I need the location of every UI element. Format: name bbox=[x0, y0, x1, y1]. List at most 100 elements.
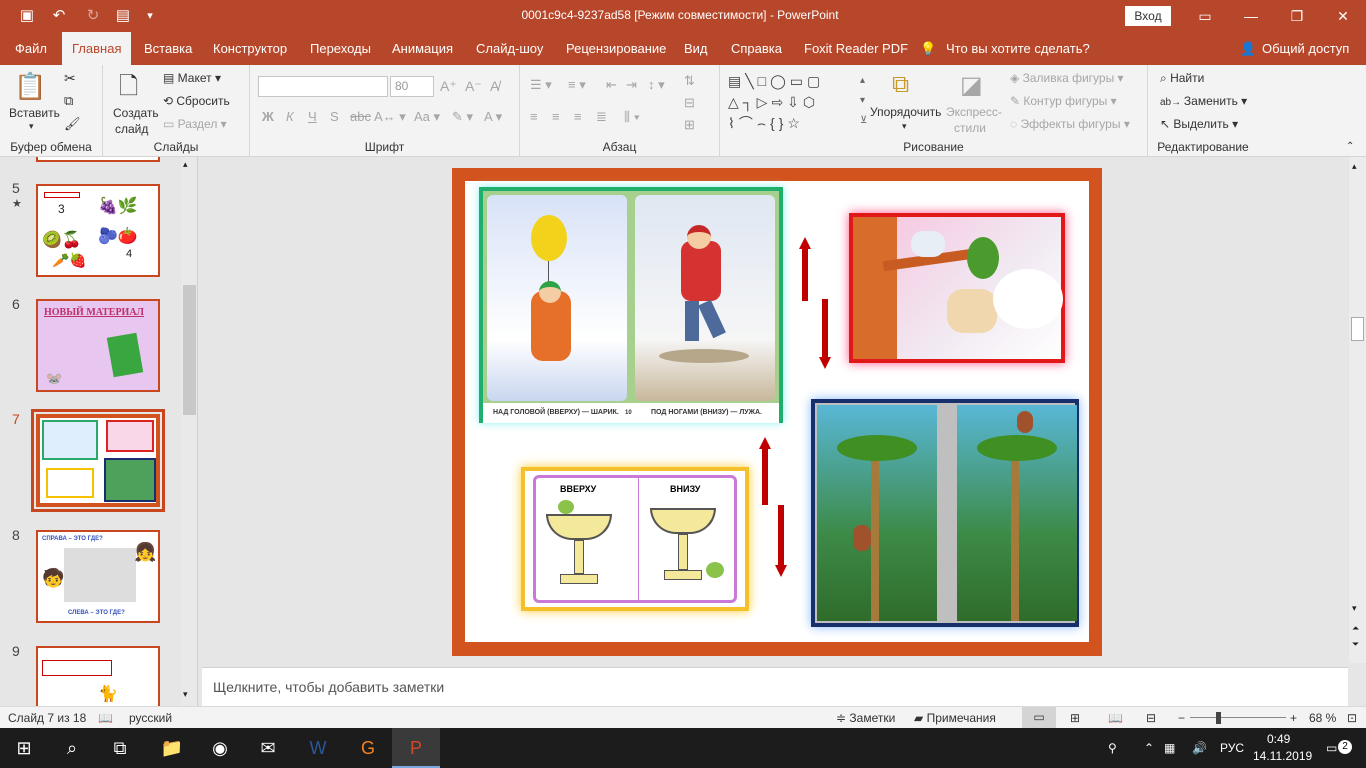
close-button[interactable]: ✕ bbox=[1320, 0, 1366, 32]
shape-fill-button[interactable]: ◈ Заливка фигуры ▾ bbox=[1010, 71, 1124, 85]
bold-button[interactable]: Ж bbox=[262, 109, 274, 124]
input-language[interactable]: РУС bbox=[1220, 728, 1244, 768]
arrange-dropdown-icon[interactable]: ▾ bbox=[902, 121, 907, 132]
slide-thumbnail-5[interactable]: 3 🍇🌿 🥝🍒 🫐🍅 🥕🍓 4 bbox=[36, 184, 160, 277]
align-left-icon[interactable]: ≡ bbox=[530, 109, 538, 124]
font-color-icon[interactable]: A ▾ bbox=[484, 109, 502, 125]
reset-button[interactable]: ⟲ Сбросить bbox=[163, 94, 230, 108]
highlight-icon[interactable]: ✎ ▾ bbox=[452, 109, 473, 125]
slide-thumbnail-6[interactable]: НОВЫЙ МАТЕРИАЛ 🐭 bbox=[36, 299, 160, 392]
comments-toggle[interactable]: ▰ Примечания bbox=[914, 711, 996, 725]
reading-view-icon[interactable]: 📖 bbox=[1108, 711, 1123, 725]
notes-pane[interactable]: Щелкните, чтобы добавить заметки bbox=[202, 667, 1348, 706]
mail-icon[interactable]: ✉ bbox=[244, 728, 292, 768]
shapes-scroll-icon[interactable]: ▴ ▾ ⊻ bbox=[860, 71, 867, 131]
new-slide-button-line2[interactable]: слайд bbox=[115, 122, 148, 136]
italic-button[interactable]: К bbox=[286, 109, 294, 124]
collapse-ribbon-icon[interactable]: ⌃ bbox=[1346, 141, 1354, 152]
previous-slide-icon[interactable]: ⏶ bbox=[1352, 623, 1359, 634]
copy-icon[interactable]: ⧉ bbox=[64, 93, 73, 109]
arrange-icon[interactable]: ⧉ bbox=[892, 71, 909, 99]
section-button[interactable]: ▭ Раздел ▾ bbox=[163, 117, 227, 131]
spellcheck-icon[interactable]: 📖 bbox=[98, 711, 113, 725]
scroll-down-icon[interactable]: ▾ bbox=[1352, 603, 1357, 614]
fit-to-window-icon[interactable]: ⊡ bbox=[1347, 711, 1357, 725]
shape-outline-button[interactable]: ✎ Контур фигуры ▾ bbox=[1010, 94, 1117, 108]
foxit-icon[interactable]: G bbox=[344, 728, 392, 768]
slideshow-icon[interactable]: ⊟ bbox=[1146, 711, 1156, 725]
tab-design[interactable]: Конструктор bbox=[213, 32, 287, 65]
slide-thumbnail-4[interactable] bbox=[36, 157, 160, 162]
scroll-thumb[interactable] bbox=[183, 285, 196, 415]
minimize-button[interactable]: — bbox=[1228, 0, 1274, 32]
tab-insert[interactable]: Вставка bbox=[144, 32, 192, 65]
decrease-indent-icon[interactable]: ⇤ bbox=[606, 77, 617, 93]
bullets-icon[interactable]: ☰ ▾ bbox=[530, 77, 552, 93]
powerpoint-icon[interactable]: P bbox=[392, 728, 440, 768]
font-size-input[interactable]: 80 bbox=[390, 76, 434, 97]
word-icon[interactable]: W bbox=[294, 728, 342, 768]
layout-button[interactable]: ▤ Макет ▾ bbox=[163, 71, 221, 85]
cut-icon[interactable]: ✂ bbox=[64, 70, 76, 87]
increase-indent-icon[interactable]: ⇥ bbox=[626, 77, 637, 93]
present-from-start-icon[interactable]: ▤ bbox=[110, 6, 136, 26]
line-spacing-icon[interactable]: ↕ ▾ bbox=[648, 77, 665, 93]
ribbon-display-options-icon[interactable]: ▭ bbox=[1182, 0, 1228, 32]
paste-button[interactable]: Вставить bbox=[9, 106, 60, 120]
align-text-icon[interactable]: ⊟ bbox=[684, 95, 695, 111]
tab-view[interactable]: Вид bbox=[684, 32, 708, 65]
scroll-up-icon[interactable]: ▴ bbox=[183, 159, 188, 170]
network-icon[interactable]: ▦ bbox=[1164, 728, 1175, 768]
next-slide-icon[interactable]: ⏷ bbox=[1352, 639, 1359, 650]
shape-effects-button[interactable]: ◌ Эффекты фигуры ▾ bbox=[1010, 117, 1130, 131]
tell-me-input[interactable]: Что вы хотите сделать? bbox=[946, 32, 1090, 65]
zoom-in-icon[interactable]: + bbox=[1290, 711, 1297, 725]
clock-date[interactable]: 14.11.2019 bbox=[1253, 748, 1312, 764]
replace-button[interactable]: ab→ Заменить ▾ bbox=[1160, 94, 1247, 108]
quick-styles-icon[interactable]: ◪ bbox=[960, 71, 983, 100]
search-icon[interactable]: ⌕ bbox=[48, 728, 96, 768]
paste-dropdown-icon[interactable]: ▾ bbox=[29, 121, 34, 132]
file-explorer-icon[interactable]: 📁 bbox=[148, 728, 196, 768]
share-button[interactable]: Общий доступ bbox=[1262, 32, 1349, 65]
paste-icon[interactable]: 📋 bbox=[14, 71, 46, 102]
align-center-icon[interactable]: ≡ bbox=[552, 109, 560, 124]
notification-icon[interactable]: ▭ bbox=[1326, 728, 1337, 768]
zoom-slider[interactable] bbox=[1190, 717, 1286, 718]
tab-transitions[interactable]: Переходы bbox=[310, 32, 371, 65]
columns-icon[interactable]: ⫼ ▾ bbox=[624, 109, 640, 125]
character-spacing-icon[interactable]: A↔ ▾ bbox=[374, 109, 406, 125]
arrange-button[interactable]: Упорядочить bbox=[870, 105, 941, 119]
tab-review[interactable]: Рецензирование bbox=[566, 32, 666, 65]
slide-sorter-icon[interactable]: ⊞ bbox=[1070, 711, 1080, 725]
text-direction-icon[interactable]: ⇅ bbox=[684, 73, 695, 89]
notes-toggle[interactable]: ≑ Заметки bbox=[836, 711, 895, 725]
tab-slideshow[interactable]: Слайд-шоу bbox=[476, 32, 543, 65]
chrome-icon[interactable]: ◉ bbox=[196, 728, 244, 768]
undo-icon[interactable]: ↶ bbox=[46, 6, 72, 26]
font-name-input[interactable] bbox=[258, 76, 388, 97]
select-button[interactable]: ↖ Выделить ▾ bbox=[1160, 117, 1238, 131]
format-painter-icon[interactable]: 🖌 bbox=[64, 116, 81, 132]
language-indicator[interactable]: русский bbox=[129, 711, 172, 725]
shapes-gallery[interactable]: ▤╲□◯▭▢ △┐▷⇨⇩⬡ ⌇⌒⌢{}☆ bbox=[728, 71, 858, 135]
maximize-button[interactable]: ❐ bbox=[1274, 0, 1320, 32]
slide-thumbnail-9[interactable]: 🐈 bbox=[36, 646, 160, 706]
tab-animations[interactable]: Анимация bbox=[392, 32, 453, 65]
windows-start-icon[interactable]: ⊞ bbox=[0, 728, 48, 768]
new-slide-button-line1[interactable]: Создать bbox=[113, 106, 159, 120]
user-icon[interactable]: 👤 bbox=[1240, 32, 1256, 65]
slide-scrollbar[interactable]: ▴ ▾ ⏶ ⏷ bbox=[1349, 157, 1366, 663]
smartart-icon[interactable]: ⊞ bbox=[684, 117, 695, 133]
quick-styles-line2[interactable]: стили bbox=[954, 121, 986, 135]
underline-button[interactable]: Ч bbox=[308, 109, 317, 124]
tell-me-icon[interactable]: 💡 bbox=[920, 32, 936, 65]
zoom-level[interactable]: 68 % bbox=[1309, 711, 1336, 725]
people-icon[interactable]: ⚲ bbox=[1108, 728, 1117, 768]
tab-help[interactable]: Справка bbox=[731, 32, 782, 65]
grow-font-icon[interactable]: A⁺ bbox=[440, 78, 457, 95]
shadow-button[interactable]: S bbox=[330, 109, 339, 124]
tab-file[interactable]: Файл bbox=[15, 32, 47, 65]
slide-thumbnail-7[interactable] bbox=[31, 409, 165, 512]
align-right-icon[interactable]: ≡ bbox=[574, 109, 582, 124]
